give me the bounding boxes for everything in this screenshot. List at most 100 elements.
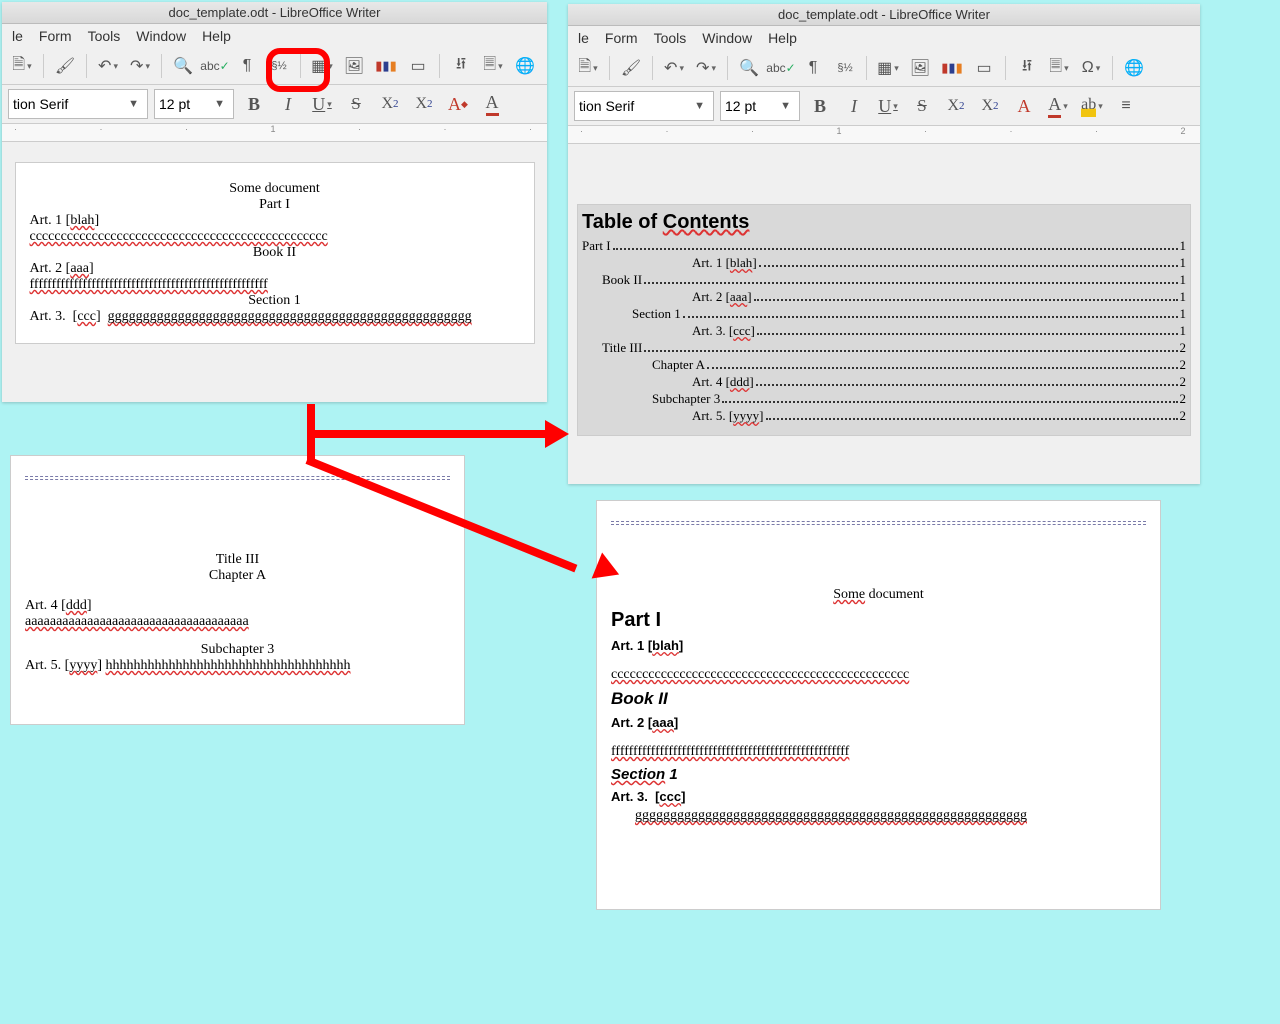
toc-entry[interactable]: Art. 4 [ddd]2 bbox=[582, 374, 1186, 390]
redo-button[interactable]: ↷ bbox=[126, 52, 154, 80]
insert-textbox-button[interactable]: ▭ bbox=[970, 54, 998, 82]
insert-table-button[interactable]: ▦ bbox=[874, 54, 902, 82]
separator bbox=[652, 56, 653, 80]
para-art3: Art. 3. [ccc] gggggggggggggggggggggggggg… bbox=[30, 309, 520, 325]
insert-chart-button[interactable]: ▮▮▮ bbox=[372, 52, 400, 80]
insert-field-button[interactable]: 🗏 bbox=[1045, 54, 1073, 82]
insert-chart-button[interactable]: ▮▮▮ bbox=[938, 54, 966, 82]
superscript-button[interactable]: X2 bbox=[376, 90, 404, 118]
para-art2: Art. 2 [aaa] bbox=[611, 715, 1146, 730]
menu-window[interactable]: Window bbox=[702, 30, 752, 46]
menu-tools[interactable]: Tools bbox=[88, 28, 121, 44]
toc-entry[interactable]: Art. 5. [yyyy]2 bbox=[582, 408, 1186, 424]
menu-file[interactable]: le bbox=[12, 28, 23, 44]
font-name-select[interactable]: ▼ bbox=[574, 91, 714, 121]
underline-button[interactable]: U bbox=[308, 90, 336, 118]
window-before: doc_template.odt - LibreOffice Writer le… bbox=[2, 2, 547, 402]
find-button[interactable]: 🔍 bbox=[169, 52, 197, 80]
toc-entry[interactable]: Title III2 bbox=[582, 340, 1186, 356]
doc-title: Some document bbox=[611, 587, 1146, 603]
page-break-button[interactable]: ⭿ bbox=[447, 52, 475, 80]
formatting-toolbar: ▼ ▼ B I U S X2 X2 A◆ A bbox=[2, 85, 547, 124]
font-color-button[interactable]: A bbox=[1044, 92, 1072, 120]
para-body4: aaaaaaaaaaaaaaaaaaaaaaaaaaaaaaaaaaaa bbox=[25, 614, 450, 630]
font-name-input[interactable] bbox=[579, 98, 690, 114]
insert-table-button[interactable]: ▦ bbox=[308, 52, 336, 80]
document-page[interactable]: Some document Part I Art. 1 [blah] ccccc… bbox=[15, 162, 535, 344]
arrow-1-head bbox=[545, 420, 569, 448]
new-doc-button[interactable]: 🗎 bbox=[8, 52, 36, 80]
separator bbox=[43, 54, 44, 78]
toc-entry[interactable]: Art. 2 [aaa]1 bbox=[582, 289, 1186, 305]
spellcheck-button[interactable]: abc✓ bbox=[767, 54, 795, 82]
separator bbox=[439, 54, 440, 78]
window-title: doc_template.odt - LibreOffice Writer bbox=[2, 2, 547, 24]
subscript-button[interactable]: X2 bbox=[410, 90, 438, 118]
clear-formatting-button[interactable]: A bbox=[1010, 92, 1038, 120]
spellcheck-button[interactable]: abc✓ bbox=[201, 52, 229, 80]
para-body3: gggggggggggggggggggggggggggggggggggggggg… bbox=[635, 808, 1146, 824]
insert-field-button[interactable]: 🗏 bbox=[479, 52, 507, 80]
strikethrough-button[interactable]: S bbox=[908, 92, 936, 120]
font-size-input[interactable] bbox=[159, 96, 210, 112]
bold-button[interactable]: B bbox=[240, 90, 268, 118]
font-size-select[interactable]: ▼ bbox=[154, 89, 234, 119]
italic-button[interactable]: I bbox=[274, 90, 302, 118]
undo-button[interactable]: ↶ bbox=[660, 54, 688, 82]
align-button[interactable]: ≡ bbox=[1112, 92, 1140, 120]
toc-entry[interactable]: Chapter A2 bbox=[582, 357, 1186, 373]
menu-tools[interactable]: Tools bbox=[654, 30, 687, 46]
document-page-after[interactable]: Some document Part I Art. 1 [blah] ccccc… bbox=[596, 500, 1161, 910]
font-color-button[interactable]: A bbox=[478, 90, 506, 118]
formatting-marks-button[interactable]: ¶ bbox=[233, 52, 261, 80]
menu-form[interactable]: Form bbox=[39, 28, 72, 44]
hyperlink-button[interactable]: 🌐 bbox=[511, 52, 539, 80]
chapter-numbering-button[interactable]: §½ bbox=[831, 54, 859, 82]
italic-button[interactable]: I bbox=[840, 92, 868, 120]
insert-image-button[interactable]: 🖼 bbox=[340, 52, 368, 80]
chapter-numbering-button[interactable]: §½ bbox=[265, 52, 293, 80]
menu-file[interactable]: le bbox=[578, 30, 589, 46]
menubar: le Form Tools Window Help bbox=[568, 26, 1200, 50]
page-divider bbox=[25, 476, 450, 477]
clone-formatting-button[interactable]: 🖌 bbox=[51, 52, 79, 80]
menu-form[interactable]: Form bbox=[605, 30, 638, 46]
toc-container: Table of Contents Part I1Art. 1 [blah]1B… bbox=[578, 205, 1190, 435]
undo-button[interactable]: ↶ bbox=[94, 52, 122, 80]
bold-button[interactable]: B bbox=[806, 92, 834, 120]
find-button[interactable]: 🔍 bbox=[735, 54, 763, 82]
toc-entry[interactable]: Art. 1 [blah]1 bbox=[582, 255, 1186, 271]
document-page-toc[interactable]: Table of Contents Part I1Art. 1 [blah]1B… bbox=[577, 204, 1191, 436]
page-divider bbox=[25, 479, 450, 480]
menu-help[interactable]: Help bbox=[202, 28, 231, 44]
insert-textbox-button[interactable]: ▭ bbox=[404, 52, 432, 80]
highlight-button[interactable]: ab bbox=[1078, 92, 1106, 120]
toc-entry[interactable]: Art. 3. [ccc]1 bbox=[582, 323, 1186, 339]
font-size-select[interactable]: ▼ bbox=[720, 91, 800, 121]
font-name-select[interactable]: ▼ bbox=[8, 89, 148, 119]
formatting-marks-button[interactable]: ¶ bbox=[799, 54, 827, 82]
insert-special-button[interactable]: Ω bbox=[1077, 54, 1105, 82]
insert-image-button[interactable]: 🖼 bbox=[906, 54, 934, 82]
toc-entry[interactable]: Section 11 bbox=[582, 306, 1186, 322]
subscript-button[interactable]: X2 bbox=[976, 92, 1004, 120]
strikethrough-button[interactable]: S bbox=[342, 90, 370, 118]
para-art2: Art. 2 [aaa] bbox=[30, 261, 520, 277]
underline-button[interactable]: U bbox=[874, 92, 902, 120]
new-doc-button[interactable]: 🗎 bbox=[574, 54, 602, 82]
font-name-input[interactable] bbox=[13, 96, 124, 112]
separator bbox=[727, 56, 728, 80]
page-break-button[interactable]: ⭿ bbox=[1013, 54, 1041, 82]
redo-button[interactable]: ↷ bbox=[692, 54, 720, 82]
clone-formatting-button[interactable]: 🖌 bbox=[617, 54, 645, 82]
hyperlink-button[interactable]: 🌐 bbox=[1120, 54, 1148, 82]
menu-help[interactable]: Help bbox=[768, 30, 797, 46]
toc-entry[interactable]: Subchapter 32 bbox=[582, 391, 1186, 407]
clear-formatting-button[interactable]: A◆ bbox=[444, 90, 472, 118]
separator bbox=[161, 54, 162, 78]
toc-entry[interactable]: Part I1 bbox=[582, 238, 1186, 254]
font-size-input[interactable] bbox=[725, 98, 776, 114]
superscript-button[interactable]: X2 bbox=[942, 92, 970, 120]
menu-window[interactable]: Window bbox=[136, 28, 186, 44]
toc-entry[interactable]: Book II1 bbox=[582, 272, 1186, 288]
